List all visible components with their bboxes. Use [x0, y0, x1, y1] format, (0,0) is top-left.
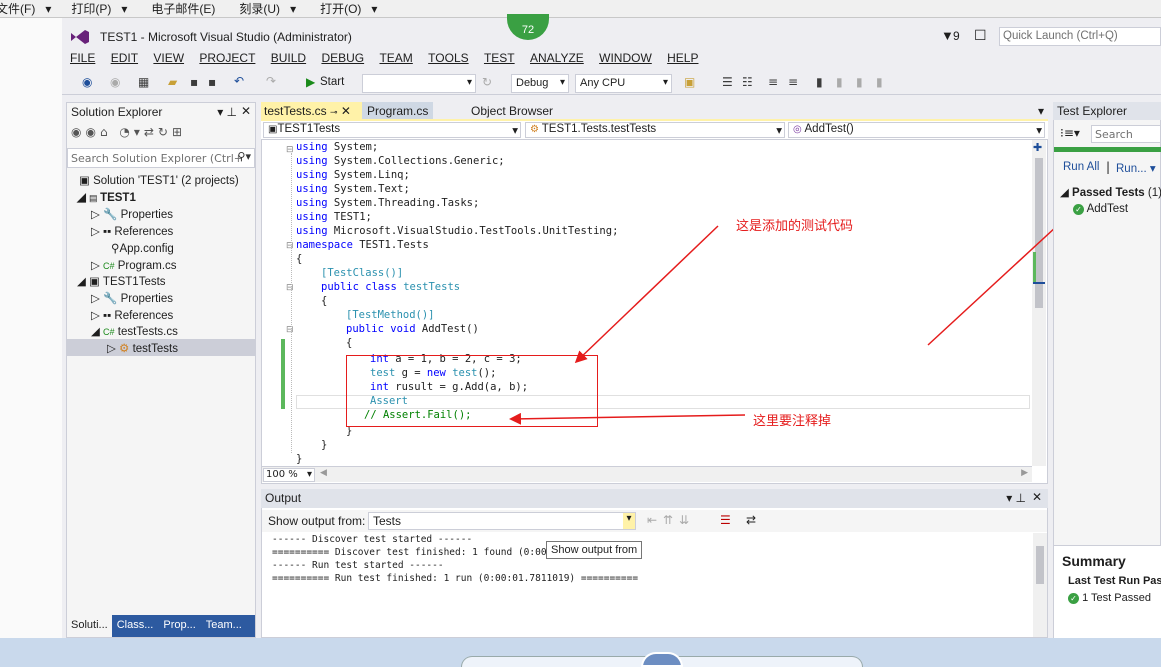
word-wrap-icon[interactable]: ⇄	[746, 513, 756, 527]
play-button[interactable]	[641, 652, 683, 667]
group-count: (1)	[1147, 187, 1161, 199]
run-label: Run...	[1116, 163, 1147, 175]
output-nav-icons[interactable]: ⇤⇈⇊	[647, 513, 695, 527]
close-icon[interactable]: ✕	[1032, 490, 1042, 504]
last-test-run: Last Test Run Pas	[1068, 575, 1161, 587]
output-header: Output ▾ ⊥ ✕	[261, 489, 1048, 508]
chevron-down-icon: ▾	[306, 469, 312, 480]
tests-passed-label: 1 Test Passed	[1082, 592, 1151, 604]
zoom-bar: 100 % ▾ ◀ ▶	[262, 466, 1032, 482]
test-name: AddTest	[1086, 203, 1129, 215]
test-explorer-title: Test Explorer	[1057, 104, 1128, 118]
output-line: ========== Discover test finished: 1 fou…	[272, 547, 570, 558]
output-line: ------ Discover test started ------	[272, 534, 473, 545]
output-line: ========== Run test finished: 1 run (0:0…	[272, 573, 639, 584]
arrow-to-code	[574, 225, 719, 364]
chevron-down-icon: ▾	[623, 513, 635, 529]
arrow-to-comment	[509, 412, 746, 425]
scroll-right-icon[interactable]: ▶	[1021, 468, 1028, 478]
output-title: Output	[265, 491, 302, 505]
test-explorer-header: Test Explorer	[1053, 102, 1161, 120]
test-item-addtest[interactable]: ✓ AddTest	[1073, 203, 1128, 215]
output-scroll-thumb[interactable]	[1036, 546, 1044, 584]
test-search-placeholder: Search	[1095, 128, 1133, 141]
output-line: ------ Run test started ------	[272, 560, 444, 571]
summary-title: Summary	[1062, 553, 1126, 569]
clear-all-icon[interactable]: ☰	[720, 513, 731, 527]
show-output-label: Show output from:	[268, 514, 366, 528]
zoom-value: 100 %	[266, 469, 298, 480]
test-status-bar	[1054, 147, 1161, 152]
group-label: Passed Tests	[1072, 187, 1145, 199]
output-toolbar: Show output from: Tests ▾ ⇤⇈⇊ ☰ ⇄	[262, 510, 1047, 532]
check-icon: ✓	[1073, 204, 1084, 215]
output-source-dropdown[interactable]: Tests ▾	[368, 512, 636, 530]
zoom-dropdown[interactable]: 100 % ▾	[263, 468, 315, 482]
separator: |	[1106, 160, 1111, 174]
pin-icon[interactable]: ▾ ⊥	[1006, 491, 1026, 505]
run-dropdown[interactable]: Run... ▾	[1116, 161, 1156, 175]
tests-passed: ✓ 1 Test Passed	[1068, 592, 1151, 604]
group-by-icon[interactable]: ⁝≡▾	[1060, 126, 1080, 140]
check-icon: ✓	[1068, 593, 1079, 604]
taskbar	[0, 638, 1161, 667]
test-search-input[interactable]: Search	[1091, 125, 1161, 143]
scroll-left-icon[interactable]: ◀	[320, 468, 327, 478]
passed-tests-group[interactable]: ◢ Passed Tests (1)	[1060, 185, 1161, 199]
output-tooltip: Show output from	[546, 541, 643, 559]
run-all-link[interactable]: Run All	[1063, 161, 1099, 173]
output-source-value: Tests	[373, 514, 402, 528]
arrow-to-test	[927, 211, 1073, 346]
